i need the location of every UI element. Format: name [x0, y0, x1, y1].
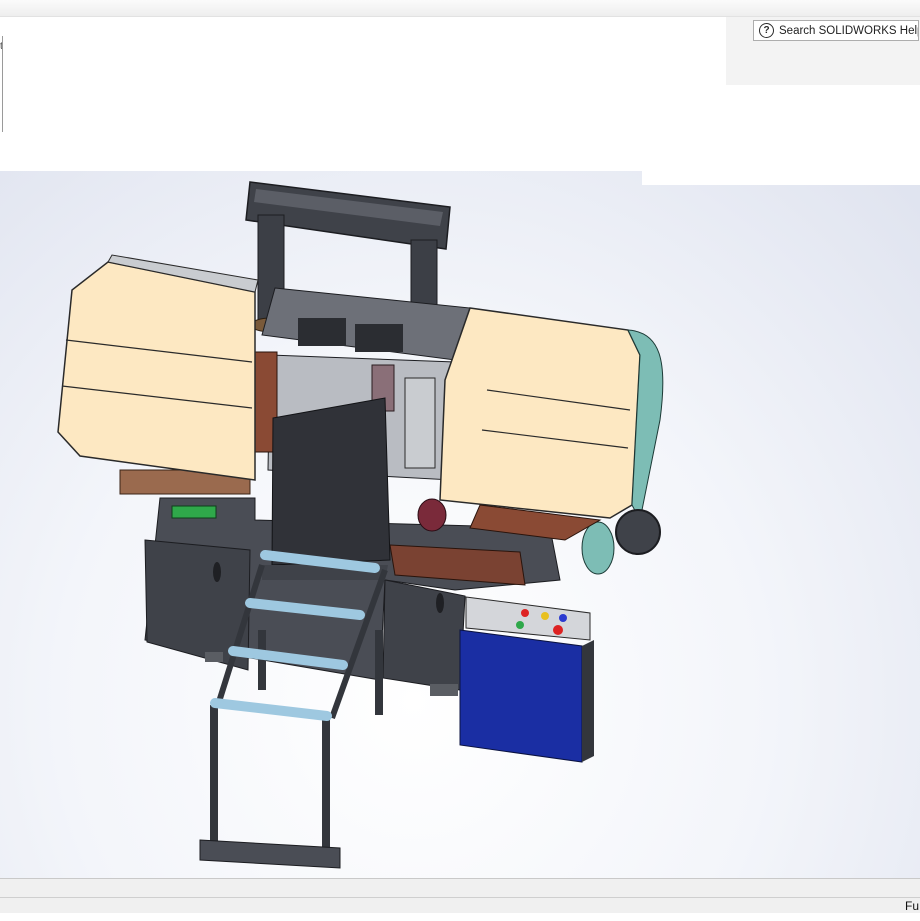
status-bar: Fu [0, 878, 920, 921]
left-pane: t [0, 17, 642, 171]
search-help-label: Search SOLIDWORKS Help [779, 24, 919, 37]
left-pane-divider [2, 36, 3, 132]
left-blade-guard [57, 254, 259, 481]
status-text: Fu [905, 899, 920, 913]
control-cabinet [459, 596, 594, 763]
question-circle-icon: ? [759, 23, 774, 38]
band-saw-model[interactable] [0, 171, 920, 878]
status-divider [0, 897, 920, 898]
workpiece [271, 397, 391, 566]
search-help-button[interactable]: ? Search SOLIDWORKS Help [753, 20, 919, 41]
top-toolbar-strip [0, 0, 920, 17]
